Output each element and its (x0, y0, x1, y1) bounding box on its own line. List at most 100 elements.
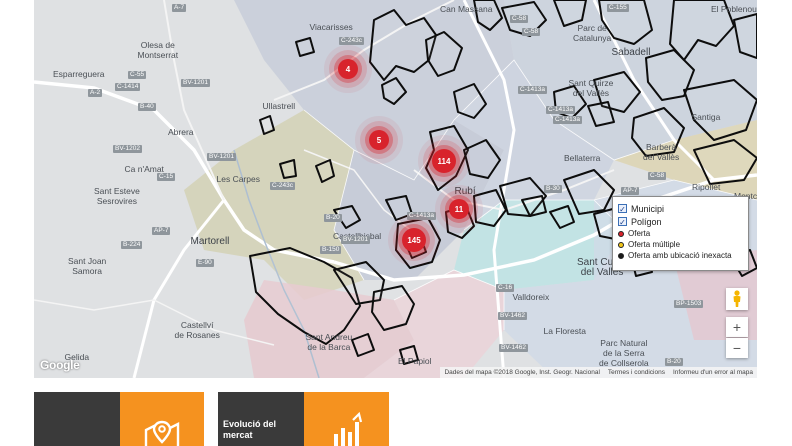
card-market-evolution[interactable]: Evolució del mercat (218, 392, 389, 446)
map-pin-icon (144, 420, 180, 446)
page: Olesa de Montserrat Esparreguera Abrera Ca … (0, 0, 792, 446)
place-label-sabadell: Sabadell (611, 47, 651, 58)
road-shield: BV-1201 (341, 236, 370, 244)
place-label-esparreguera: Esparreguera (53, 69, 105, 79)
bar-chart-icon (333, 411, 362, 446)
legend-label: Oferta amb ubicació inexacta (628, 251, 732, 260)
place-label-bellaterra: Bellaterra (564, 153, 601, 163)
report-error-link[interactable]: Informeu d'un error al mapa (673, 369, 753, 376)
road-shield: C-15 (157, 173, 176, 181)
place-label-barbera: Barberà del Vallès (643, 142, 680, 162)
legend-checkbox[interactable]: ✓ (618, 204, 627, 214)
legend-label: Polígon (631, 216, 662, 227)
road-shield: C-58 (522, 28, 541, 36)
road-shield: C-1413a (546, 106, 575, 114)
place-label-santandreu: Sant Andreu de la Barca (305, 332, 353, 352)
road-shield: BV-1462 (499, 344, 528, 352)
road-shield: AP-7 (621, 187, 640, 195)
road-shield: B-40 (138, 103, 156, 111)
industrial-polygon (259, 115, 275, 135)
road-shield: B-150 (320, 246, 342, 254)
place-label-olesa: Olesa de Montserrat (137, 40, 179, 60)
road-shield: C-1413a (518, 86, 547, 94)
place-label-vacarisses: Viacarisses (309, 22, 353, 32)
place-label-parcnat: Parc Natural de la Serra de Collserola (599, 338, 649, 368)
legend-item: Oferta múltiple (613, 239, 748, 250)
legend-dot-icon (618, 230, 624, 237)
offer-cluster-marker[interactable]: 5 (369, 130, 389, 150)
google-logo: Google (40, 358, 80, 372)
road-shield: C-1413a (407, 212, 436, 220)
road-shield: A-2 (88, 89, 103, 97)
road (34, 299, 275, 346)
place-label-elpoblenou: El Poblenou (711, 4, 757, 14)
legend-checkbox[interactable]: ✓ (618, 217, 627, 227)
legend-item[interactable]: ✓ Polígon (613, 215, 748, 228)
road-shield: C-16 (496, 284, 515, 292)
legend-dot-icon (618, 241, 624, 248)
legend-item[interactable]: ✓ Municipi (613, 202, 748, 215)
road-shield: C-58 (510, 15, 529, 23)
legend-item: Oferta (613, 228, 748, 239)
legend-item: Oferta amb ubicació inexacta (613, 250, 748, 261)
place-label-santquirze: Sant Quirze del Vallès (568, 78, 614, 98)
place-label-ripollet: Ripollet (692, 182, 721, 192)
road-shield: E-90 (196, 259, 214, 267)
place-label-santesteve: Sant Esteve Sesrovires (94, 186, 140, 206)
road-shield: BV-1202 (113, 145, 142, 153)
road-shield: C-155 (607, 4, 629, 12)
road-shield: C-243c (339, 37, 364, 45)
zoom-in-button[interactable]: + (726, 317, 748, 337)
place-label-canmassana: Can Massana (440, 4, 493, 14)
card-market-evolution-label: Evolució del mercat (218, 392, 304, 446)
terms-link[interactable]: Termes i condicions (608, 369, 665, 376)
card-map-icon-panel (120, 392, 204, 446)
road-shield: BV-1462 (498, 312, 527, 320)
street-view-pegman[interactable] (726, 288, 748, 310)
road-shield: B-20 (324, 214, 342, 222)
road-shield: C-243c (270, 182, 295, 190)
place-label-elpapiol: El Papiol (398, 356, 432, 366)
card-market-icon-panel (304, 392, 389, 446)
road-shield: C-58 (648, 172, 667, 180)
offer-cluster-marker[interactable]: 145 (402, 228, 426, 252)
road-shield: BV-1201 (207, 153, 236, 161)
place-label-laflo: La Floresta (543, 326, 587, 336)
road-shield: A-7 (172, 4, 187, 12)
legend-label: Municipi (631, 203, 665, 214)
place-label-castellvi: Castellví de Rosanes (174, 320, 220, 340)
legend-label: Oferta (628, 229, 651, 238)
pegman-icon (733, 290, 741, 307)
place-label-santjoan: Sant Joan Samora (68, 256, 107, 276)
offer-cluster-marker[interactable]: 4 (338, 59, 358, 79)
place-label-abrera: Abrera (168, 127, 194, 137)
map-viewport[interactable]: Olesa de Montserrat Esparreguera Abrera Ca … (34, 0, 757, 378)
industrial-polygon (279, 159, 297, 179)
place-label-lescarpes: Les Carpes (216, 174, 260, 184)
road-shield: C-55 (128, 71, 147, 79)
card-map[interactable] (34, 392, 204, 446)
place-label-martorell: Martorell (190, 236, 230, 247)
place-label-parc: Parc de Catalunya (573, 23, 612, 43)
offer-cluster-marker[interactable]: 11 (449, 199, 469, 219)
place-label-rubi: Rubí (454, 186, 476, 197)
road-shield: C-1414 (115, 83, 141, 91)
road-shield: BP-1503 (674, 300, 704, 308)
place-label-valldoreix: Valldoreix (512, 292, 550, 302)
card-map-label (34, 392, 120, 446)
legend-dot-icon (618, 252, 624, 259)
road-shield: AP-7 (152, 227, 171, 235)
map-attribution: Dades del mapa ©2018 Google, Inst. Geogr… (440, 367, 757, 378)
map-legend: ✓ Municipi ✓ Polígon Oferta Oferta múltiple Of… (612, 196, 749, 271)
road-shield: C-1413a (553, 116, 582, 124)
offer-cluster-marker[interactable]: 114 (432, 149, 456, 173)
place-label-ullastrell: Ullastrell (262, 101, 296, 111)
road-shield: BV-1201 (181, 79, 210, 87)
road-shield: B-224 (121, 241, 143, 249)
attribution-data: Dades del mapa ©2018 Google, Inst. Geogr… (444, 369, 600, 376)
zoom-out-button[interactable]: − (726, 338, 748, 358)
legend-label: Oferta múltiple (628, 240, 681, 249)
road-shield: B-30 (544, 185, 562, 193)
place-label-santiga: Santiga (691, 112, 721, 122)
road-shield: B-20 (665, 358, 683, 366)
